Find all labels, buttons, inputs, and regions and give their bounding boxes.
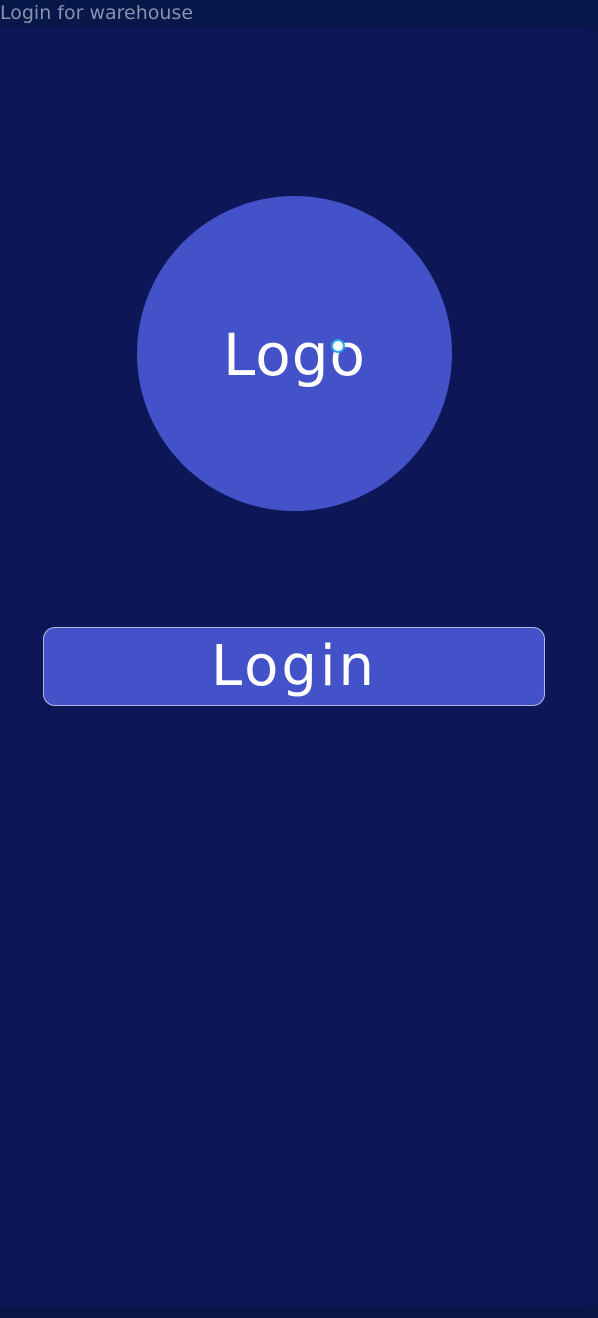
login-button[interactable]: Login [43,627,545,706]
bottom-edge [0,1306,598,1318]
frame-title: Login for warehouse [0,0,598,28]
login-screen: Logo Login [0,28,589,1306]
scroll-edge [589,28,598,1318]
selection-handle-icon[interactable] [331,339,345,353]
logo-text: Logo [222,320,367,389]
login-button-label: Login [210,633,378,699]
logo-badge: Logo [137,196,452,511]
